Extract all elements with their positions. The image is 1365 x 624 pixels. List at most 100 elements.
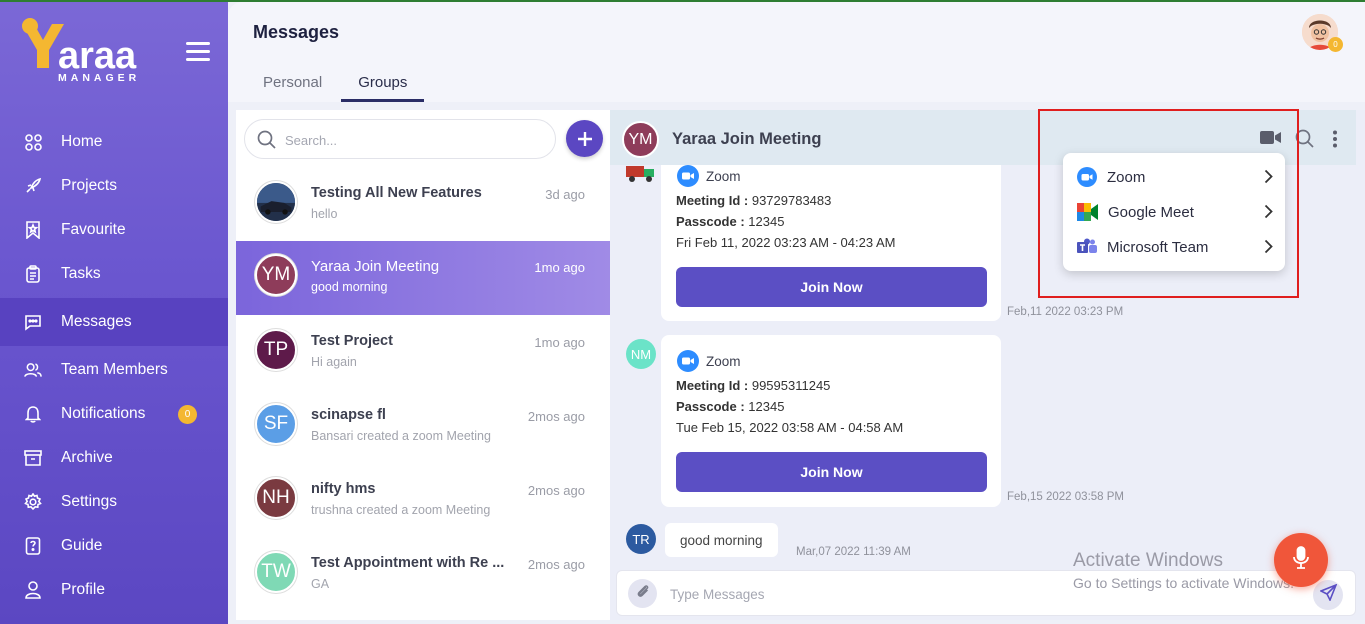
chat-title: Yaraa Join Meeting — [672, 130, 822, 148]
conversation-item[interactable]: TP Test Project Hi again 1mo ago — [236, 316, 610, 390]
conversation-time: 2mos ago — [527, 483, 585, 498]
conversation-time: 2mos ago — [527, 557, 585, 572]
sidebar-nav: Home Projects Favourite Tasks Messages T… — [0, 120, 228, 612]
conversation-item[interactable]: NH nifty hms trushna created a zoom Meet… — [236, 464, 610, 538]
meeting-time: Tue Feb 15, 2022 03:58 AM - 04:58 AM — [676, 420, 904, 435]
sidebar-item-profile[interactable]: Profile — [0, 568, 228, 612]
sidebar-item-label: Settings — [61, 493, 118, 510]
sidebar-item-settings[interactable]: Settings — [0, 480, 228, 524]
conversation-avatar: YM — [255, 254, 297, 296]
top-header: Messages 0 Personal Groups — [228, 2, 1365, 102]
svg-text:araa: araa — [58, 35, 137, 77]
more-options-icon[interactable] — [1332, 130, 1338, 153]
conversation-avatar: NH — [255, 477, 297, 519]
passcode-value: 12345 — [748, 214, 785, 229]
conversation-name: scinapse fl — [311, 407, 386, 423]
add-group-button[interactable] — [566, 120, 603, 157]
conversation-preview: Hi again — [311, 355, 357, 369]
join-now-button[interactable]: Join Now — [676, 452, 987, 492]
archive-icon — [24, 449, 42, 467]
message-timestamp: Mar,07 2022 11:39 AM — [796, 546, 911, 558]
sidebar-item-team-members[interactable]: Team Members — [0, 348, 228, 392]
sidebar-item-label: Archive — [61, 449, 113, 466]
meeting-id-line: Meeting Id : 93729783483 — [676, 193, 831, 208]
conversation-avatar — [255, 181, 297, 223]
menu-toggle-icon[interactable] — [186, 42, 210, 62]
meeting-platform: Zoom — [677, 165, 741, 187]
passcode-label: Passcode : — [676, 399, 745, 414]
sidebar: araa MANAGER Home Projects Favourite Tas… — [0, 2, 228, 624]
conversation-preview: trushna created a zoom Meeting — [311, 503, 491, 517]
conversation-item[interactable]: YM Yaraa Join Meeting good morning 1mo a… — [236, 241, 610, 315]
conversation-time: 1mo ago — [534, 260, 585, 275]
gear-icon — [24, 493, 42, 511]
meeting-platform: Zoom — [677, 350, 741, 372]
passcode-value: 12345 — [748, 399, 785, 414]
voice-record-button[interactable] — [1274, 533, 1328, 587]
sidebar-item-notifications[interactable]: Notifications 0 — [0, 392, 228, 436]
sidebar-item-label: Favourite — [61, 221, 126, 238]
conversation-avatar: TW — [255, 551, 297, 593]
send-icon — [1318, 583, 1337, 606]
send-button[interactable] — [1313, 580, 1343, 610]
meeting-id-value: 93729783483 — [751, 193, 832, 208]
sidebar-item-label: Profile — [61, 581, 105, 598]
annotation-highlight-box — [1038, 109, 1299, 298]
message-timestamp: Feb,11 2022 03:23 PM — [1007, 306, 1124, 318]
passcode-line: Passcode : 12345 — [676, 214, 784, 229]
conversation-list-panel: Testing All New Features hello 3d ago YM… — [236, 110, 610, 620]
sidebar-item-label: Tasks — [61, 265, 101, 282]
sidebar-item-home[interactable]: Home — [0, 120, 228, 164]
conversation-avatar: TP — [255, 329, 297, 371]
conversation-item[interactable]: TW Test Appointment with Re ... GA 2mos … — [236, 538, 610, 612]
zoom-icon — [677, 350, 699, 372]
sidebar-item-favourite[interactable]: Favourite — [0, 208, 228, 252]
watermark-line2: Go to Settings to activate Windows. — [1073, 575, 1294, 591]
attach-button[interactable] — [628, 579, 657, 608]
avatar-badge: 0 — [1328, 37, 1343, 52]
sender-avatar: NM — [626, 339, 656, 369]
search-box — [244, 119, 556, 159]
conversation-time: 3d ago — [545, 187, 585, 202]
tab-groups[interactable]: Groups — [341, 64, 425, 102]
user-icon — [24, 581, 42, 599]
meeting-id-label: Meeting Id : — [676, 193, 749, 208]
conversation-name: Test Project — [311, 333, 393, 349]
conversation-name: nifty hms — [311, 481, 376, 497]
search-input[interactable] — [285, 129, 545, 151]
sidebar-item-label: Guide — [61, 537, 103, 554]
guide-icon — [24, 537, 42, 555]
join-now-button[interactable]: Join Now — [676, 267, 987, 307]
conversation-name: Testing All New Features — [311, 185, 482, 201]
bell-icon — [24, 405, 42, 423]
message-timestamp: Feb,15 2022 03:58 PM — [1007, 491, 1124, 503]
meeting-id-label: Meeting Id : — [676, 378, 749, 393]
sidebar-item-archive[interactable]: Archive — [0, 436, 228, 480]
sidebar-item-guide[interactable]: Guide — [0, 524, 228, 568]
conversation-item[interactable]: Testing All New Features hello 3d ago — [236, 168, 610, 242]
sidebar-item-label: Home — [61, 133, 103, 150]
home-grid-icon — [24, 133, 42, 151]
notification-count-badge: 0 — [178, 404, 197, 424]
sidebar-item-label: Projects — [61, 177, 117, 194]
windows-activation-watermark: Activate Windows Go to Settings to activ… — [1073, 550, 1294, 591]
tab-personal[interactable]: Personal — [246, 64, 339, 102]
conversation-name: Test Appointment with Re ... — [311, 555, 505, 571]
sidebar-item-label: Team Members — [61, 361, 168, 378]
page-title: Messages — [253, 22, 340, 42]
sidebar-item-label: Notifications — [61, 405, 146, 422]
conversation-item[interactable]: SF scinapse fl Bansari created a zoom Me… — [236, 390, 610, 464]
logo-subtitle: MANAGER — [58, 72, 141, 84]
conversation-preview: Bansari created a zoom Meeting — [311, 429, 491, 443]
rocket-icon — [24, 177, 42, 195]
sidebar-item-projects[interactable]: Projects — [0, 164, 228, 208]
clipboard-icon — [24, 265, 42, 283]
zoom-icon — [677, 165, 699, 187]
yaraa-logo[interactable]: araa MANAGER — [18, 18, 158, 88]
chat-icon — [24, 313, 42, 331]
sidebar-item-messages[interactable]: Messages — [0, 298, 228, 346]
conversation-preview: hello — [311, 207, 338, 221]
meeting-id-line: Meeting Id : 99595311245 — [676, 378, 830, 393]
sidebar-item-tasks[interactable]: Tasks — [0, 252, 228, 296]
paperclip-icon — [635, 583, 651, 604]
